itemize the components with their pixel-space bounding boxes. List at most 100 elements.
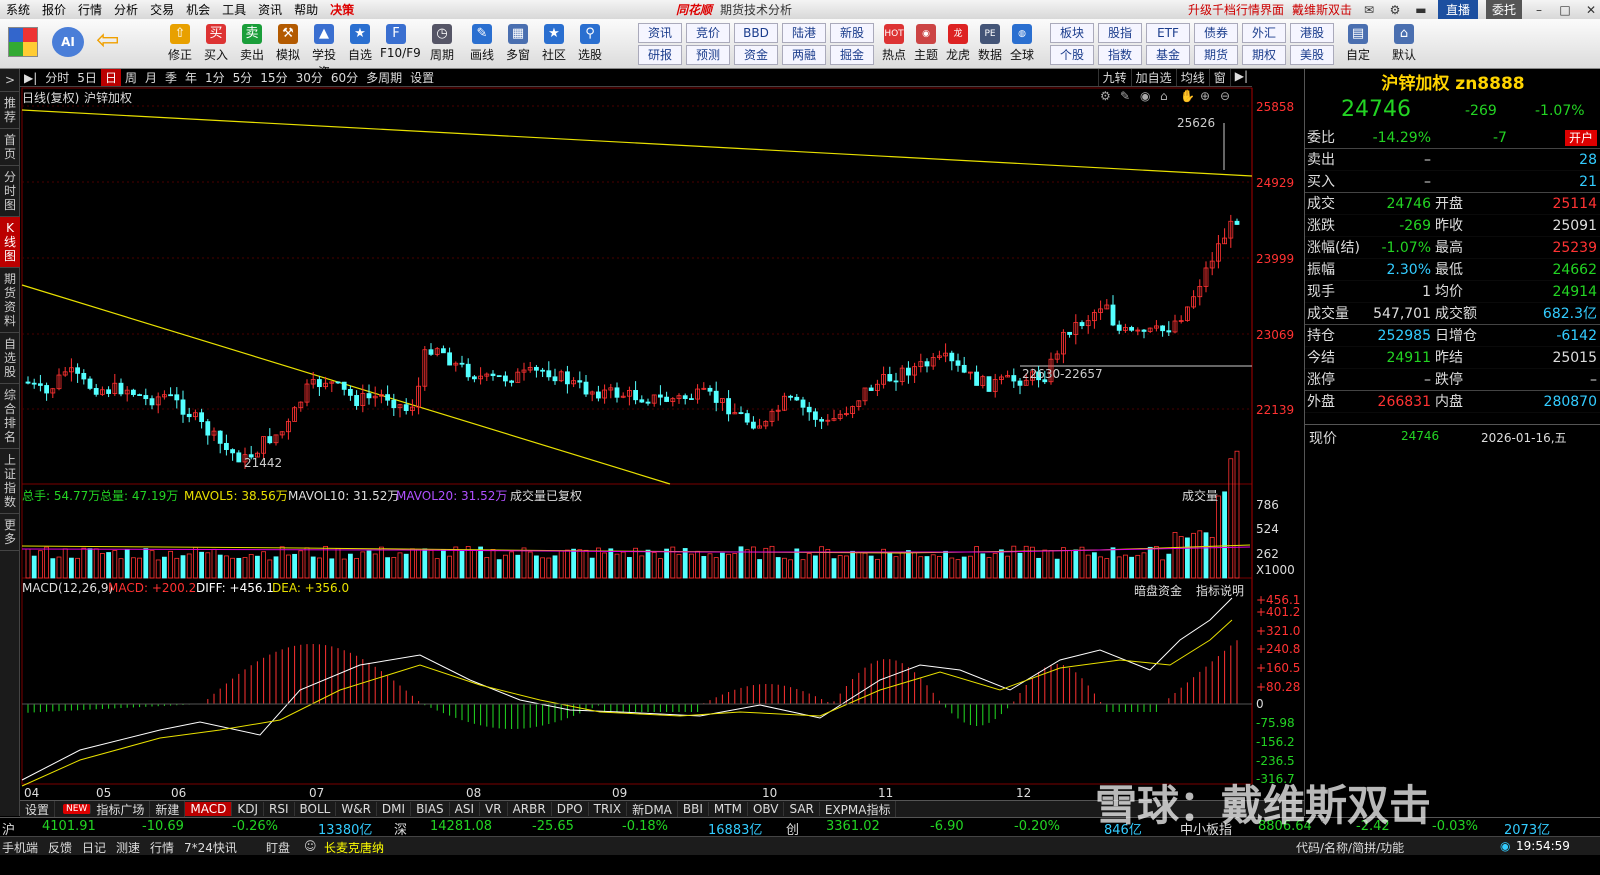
quick-button[interactable]: 预测 [686, 45, 730, 65]
left-nav-item[interactable]: 推荐 [0, 92, 20, 129]
expand-arrow-icon[interactable]: > [0, 69, 20, 92]
menu-item-decision[interactable]: 决策 [324, 1, 360, 18]
indicator-tab[interactable]: BOLL [295, 802, 337, 816]
toolbar-1-button[interactable]: 买买入 [200, 24, 232, 63]
status-item[interactable]: 反馈 [48, 839, 72, 856]
period-tab[interactable]: 15分 [256, 69, 291, 86]
settings-icon[interactable]: ⚙ [1386, 3, 1404, 17]
search-input[interactable]: 代码/名称/简拼/功能 [1296, 839, 1404, 856]
close-icon[interactable]: ✕ [1582, 3, 1600, 17]
back-icon[interactable]: ⇦ [96, 25, 124, 57]
indicator-tab[interactable]: SAR [784, 802, 820, 816]
period-tab[interactable]: 1分 [201, 69, 229, 86]
market-button[interactable]: 美股 [1290, 45, 1334, 65]
period-tab[interactable]: 年 [181, 69, 201, 86]
quick-button[interactable]: 新股 [830, 23, 874, 43]
left-nav-item[interactable]: 首页 [0, 129, 20, 166]
user-name[interactable]: 戴维斯双击 [1292, 1, 1352, 18]
period-tab[interactable]: 季 [161, 69, 181, 86]
toolbar-11-button[interactable]: ⚲ 选股 [574, 24, 606, 63]
market-button[interactable]: 股指 [1098, 23, 1142, 43]
market-button[interactable]: 债券 [1194, 23, 1238, 43]
status-item[interactable]: 手机端 [2, 839, 38, 856]
market-button[interactable]: ETF [1146, 23, 1190, 43]
toolbar-6-button[interactable]: F F10/F9 [380, 24, 421, 60]
market-button[interactable]: 港股 [1290, 23, 1334, 43]
indicator-tab[interactable]: MACD [185, 802, 233, 816]
period-tab[interactable]: 日 [100, 69, 121, 86]
period-tab[interactable]: 30分 [292, 69, 327, 86]
indicator-tab[interactable]: ARBR [508, 802, 552, 816]
menu-item[interactable]: 帮助 [288, 1, 324, 18]
period-tab[interactable]: 5日 [73, 69, 101, 86]
toolbar2-0-button[interactable]: HOT 热点 [878, 24, 910, 63]
indicator-tab[interactable]: 设置 [20, 800, 56, 818]
indicator-tab[interactable]: TRIX [589, 802, 628, 816]
period-right-button[interactable]: 窗 [1208, 69, 1230, 86]
market-button[interactable]: 期权 [1242, 45, 1286, 65]
status-item[interactable]: 7*24快讯 [184, 839, 237, 856]
toolbar2-3-button[interactable]: PE 数据 [974, 24, 1006, 63]
indicator-tab[interactable]: 新DMA [627, 800, 678, 818]
left-nav-item[interactable]: 更多 [0, 514, 20, 551]
period-right-button[interactable]: 九转 [1097, 69, 1131, 86]
period-right-button[interactable]: 均线 [1175, 69, 1209, 86]
open-account-button[interactable]: 开户 [1564, 130, 1597, 146]
indicator-tab[interactable]: DPO [552, 802, 589, 816]
toolbar-9-button[interactable]: ▦ 多窗 [502, 24, 534, 63]
status-item[interactable]: 日记 [82, 839, 106, 856]
chart-toggle-icon[interactable]: ▶| [20, 71, 41, 85]
left-nav-item[interactable]: 期货资料 [0, 268, 20, 333]
menu-item[interactable]: 工具 [216, 1, 252, 18]
indicator-tab[interactable]: W&R [336, 802, 377, 816]
menu-item[interactable]: 报价 [36, 1, 72, 18]
quick-button[interactable]: 研报 [638, 45, 682, 65]
quick-button[interactable]: 掘金 [830, 45, 874, 65]
period-tab[interactable]: 多周期 [362, 69, 406, 86]
indicator-tab[interactable]: BBI [678, 802, 709, 816]
left-nav-item[interactable]: 分时图 [0, 166, 20, 217]
toolbar-5-button[interactable]: ★ 自选 [344, 24, 376, 63]
market-button[interactable]: 外汇 [1242, 23, 1286, 43]
quick-button[interactable]: 资讯 [638, 23, 682, 43]
menu-item[interactable]: 分析 [108, 1, 144, 18]
toolbar-3-button[interactable]: ⚒ 模拟 [272, 24, 304, 63]
app-logo-icon[interactable] [8, 27, 38, 57]
market-button[interactable]: 指数 [1098, 45, 1142, 65]
toolbar2-1-button[interactable]: ◉ 主题 [910, 24, 942, 63]
indicator-tab[interactable]: ASI [450, 802, 481, 816]
indicator-tab[interactable]: 新建 [150, 800, 186, 818]
market-button[interactable]: 期货 [1194, 45, 1238, 65]
live-button[interactable]: 直播 [1437, 0, 1478, 19]
period-tab[interactable]: 5分 [229, 69, 257, 86]
menu-item[interactable]: 行情 [72, 1, 108, 18]
ticker-text[interactable]: 长麦克唐纳 [324, 839, 384, 856]
quick-button[interactable]: BBD [734, 23, 778, 43]
indicator-tab[interactable]: BIAS [411, 802, 450, 816]
market-button[interactable]: 板块 [1050, 23, 1094, 43]
toolbar3-0-button[interactable]: ▤ 自定 [1342, 24, 1374, 63]
toolbar-0-button[interactable]: ⇧ 修正 [164, 24, 196, 63]
status-item[interactable]: 盯盘 [266, 839, 290, 856]
toolbar2-4-button[interactable]: ◍ 全球 [1006, 24, 1038, 63]
minimize-icon[interactable]: ▬ [1412, 3, 1430, 17]
menu-item[interactable]: 交易 [144, 1, 180, 18]
status-item[interactable]: 测速 [116, 839, 140, 856]
market-button[interactable]: 基金 [1146, 45, 1190, 65]
period-right-button[interactable]: 加自选 [1130, 69, 1176, 86]
period-tab[interactable]: 周 [121, 69, 141, 86]
menu-item[interactable]: 资讯 [252, 1, 288, 18]
quick-button[interactable]: 两融 [782, 45, 826, 65]
quick-button[interactable]: 竞价 [686, 23, 730, 43]
indicator-tab[interactable]: DMI [377, 802, 412, 816]
toolbar2-2-button[interactable]: 龙龙虎 [942, 24, 974, 63]
indicator-tab[interactable]: 指标广场 [91, 800, 151, 818]
menu-item[interactable]: 机会 [180, 1, 216, 18]
indicator-tab[interactable]: KDJ [232, 802, 265, 816]
left-nav-item[interactable]: 综合排名 [0, 384, 20, 449]
left-nav-item[interactable]: K线图 [0, 217, 20, 268]
restore-icon[interactable]: □ [1556, 3, 1574, 17]
quick-button[interactable]: 资金 [734, 45, 778, 65]
toolbar-2-button[interactable]: 卖卖出 [236, 24, 268, 63]
period-tab[interactable]: 60分 [327, 69, 362, 86]
